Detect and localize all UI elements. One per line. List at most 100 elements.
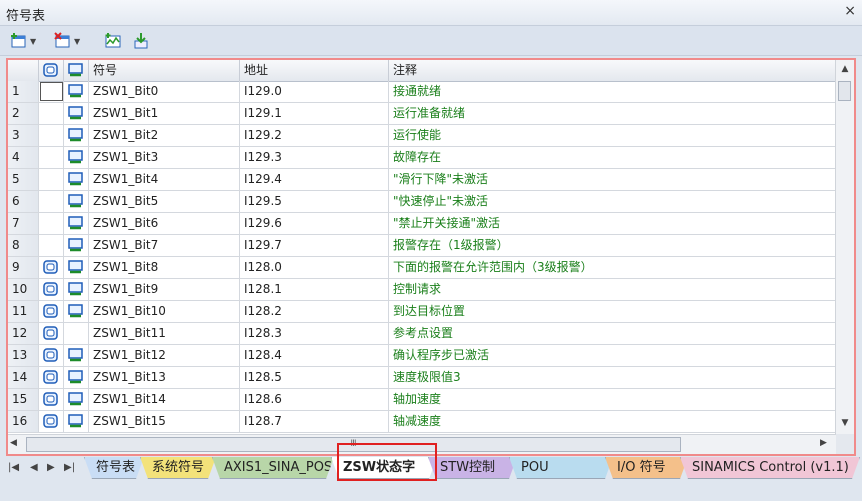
scroll-right-icon[interactable]: ▶ [820,438,827,448]
tab-3[interactable]: AXIS1_SINA_POS [212,457,334,479]
row-number[interactable]: 10 [8,279,39,300]
address-cell[interactable]: I128.5 [240,367,389,388]
comment-cell[interactable]: 确认程序步已激活 [389,345,836,366]
comment-cell[interactable]: 运行准备就绪 [389,103,836,124]
tab-1[interactable]: 符号表 [84,457,144,479]
address-cell[interactable]: I129.5 [240,191,389,212]
address-cell[interactable]: I128.1 [240,279,389,300]
close-icon[interactable]: × [844,3,856,19]
table-row[interactable]: 11 ZSW1_Bit10 I128.2 到达目标位置 [8,301,836,323]
input-cell[interactable] [39,125,64,146]
row-number[interactable]: 4 [8,147,39,168]
symbol-cell[interactable]: ZSW1_Bit2 [89,125,240,146]
address-cell[interactable]: I129.2 [240,125,389,146]
row-number[interactable]: 14 [8,367,39,388]
chevron-down-icon[interactable]: ▼ [74,37,80,46]
table-row[interactable]: 16 ZSW1_Bit15 I128.7 轴减速度 [8,411,836,433]
header-comment[interactable]: 注释 [389,60,836,81]
table-row[interactable]: 2 ZSW1_Bit1 I129.1 运行准备就绪 [8,103,836,125]
table-row[interactable]: 4 ZSW1_Bit3 I129.3 故障存在 [8,147,836,169]
output-cell[interactable] [64,389,89,410]
comment-cell[interactable]: 参考点设置 [389,323,836,344]
comment-cell[interactable]: 接通就绪 [389,81,836,102]
input-cell[interactable] [39,301,64,322]
header-address[interactable]: 地址 [240,60,389,81]
tab-6[interactable]: POU Symbols [509,457,613,479]
table-row[interactable]: 14 ZSW1_Bit13 I128.5 速度极限值3 [8,367,836,389]
next-tab-icon[interactable]: ▶ [47,462,55,473]
prev-tab-icon[interactable]: ◀ [30,462,38,473]
monitor-button[interactable] [104,30,122,52]
output-cell[interactable] [64,411,89,432]
comment-cell[interactable]: 运行使能 [389,125,836,146]
input-cell[interactable] [39,257,64,278]
first-tab-icon[interactable]: |◀ [8,462,19,473]
address-cell[interactable]: I128.0 [240,257,389,278]
symbol-cell[interactable]: ZSW1_Bit10 [89,301,240,322]
symbol-cell[interactable]: ZSW1_Bit13 [89,367,240,388]
row-number[interactable]: 1 [8,81,39,102]
vertical-scroll-thumb[interactable] [838,81,851,101]
comment-cell[interactable]: 控制请求 [389,279,836,300]
comment-cell[interactable]: 报警存在（1级报警） [389,235,836,256]
row-number[interactable]: 5 [8,169,39,190]
output-cell[interactable] [64,323,89,344]
address-cell[interactable]: I129.7 [240,235,389,256]
row-number[interactable]: 3 [8,125,39,146]
header-col-input-icon[interactable] [39,60,64,81]
address-cell[interactable]: I128.4 [240,345,389,366]
delete-symbol-button[interactable]: ▼ [54,30,80,52]
row-number[interactable]: 8 [8,235,39,256]
address-cell[interactable]: I129.0 [240,81,389,102]
input-cell[interactable] [39,323,64,344]
output-cell[interactable] [64,301,89,322]
symbol-cell[interactable]: ZSW1_Bit0 [89,81,240,102]
output-cell[interactable] [64,103,89,124]
address-cell[interactable]: I129.6 [240,213,389,234]
row-number[interactable]: 13 [8,345,39,366]
output-cell[interactable] [64,367,89,388]
table-row[interactable]: 15 ZSW1_Bit14 I128.6 轴加速度 [8,389,836,411]
chevron-down-icon[interactable]: ▼ [30,37,36,46]
tab-5[interactable]: STW控制字 [428,457,517,479]
input-cell[interactable] [39,213,64,234]
output-cell[interactable] [64,125,89,146]
output-cell[interactable] [64,191,89,212]
input-cell[interactable] [39,147,64,168]
input-cell[interactable] [39,279,64,300]
table-row[interactable]: 1 ZSW1_Bit0 I129.0 接通就绪 [8,81,836,103]
symbol-cell[interactable]: ZSW1_Bit12 [89,345,240,366]
import-button[interactable] [132,30,150,52]
symbol-cell[interactable]: ZSW1_Bit11 [89,323,240,344]
row-number[interactable]: 6 [8,191,39,212]
address-cell[interactable]: I128.7 [240,411,389,432]
tab-2[interactable]: 系统符号 [140,457,216,479]
input-cell[interactable] [39,411,64,432]
scroll-down-icon[interactable]: ▼ [836,414,854,432]
table-row[interactable]: 9 ZSW1_Bit8 I128.0 下面的报警在允许范围内（3级报警） [8,257,836,279]
table-row[interactable]: 12 ZSW1_Bit11 I128.3 参考点设置 [8,323,836,345]
table-row[interactable]: 6 ZSW1_Bit5 I129.5 "快速停止"未激活 [8,191,836,213]
row-number[interactable]: 16 [8,411,39,432]
input-cell[interactable] [39,367,64,388]
row-number[interactable]: 9 [8,257,39,278]
comment-cell[interactable]: 轴减速度 [389,411,836,432]
output-cell[interactable] [64,147,89,168]
table-row[interactable]: 13 ZSW1_Bit12 I128.4 确认程序步已激活 [8,345,836,367]
output-cell[interactable] [64,345,89,366]
header-col-output-icon[interactable] [64,60,89,81]
tab-8[interactable]: SINAMICS Control (v1.1) [680,457,860,479]
input-cell[interactable] [39,169,64,190]
comment-cell[interactable]: "禁止开关接通"激活 [389,213,836,234]
output-cell[interactable] [64,235,89,256]
input-cell[interactable] [39,389,64,410]
row-number[interactable]: 15 [8,389,39,410]
address-cell[interactable]: I128.6 [240,389,389,410]
comment-cell[interactable]: "滑行下降"未激活 [389,169,836,190]
address-cell[interactable]: I128.3 [240,323,389,344]
comment-cell[interactable]: "快速停止"未激活 [389,191,836,212]
symbol-cell[interactable]: ZSW1_Bit5 [89,191,240,212]
table-row[interactable]: 10 ZSW1_Bit9 I128.1 控制请求 [8,279,836,301]
symbol-cell[interactable]: ZSW1_Bit15 [89,411,240,432]
address-cell[interactable]: I129.1 [240,103,389,124]
